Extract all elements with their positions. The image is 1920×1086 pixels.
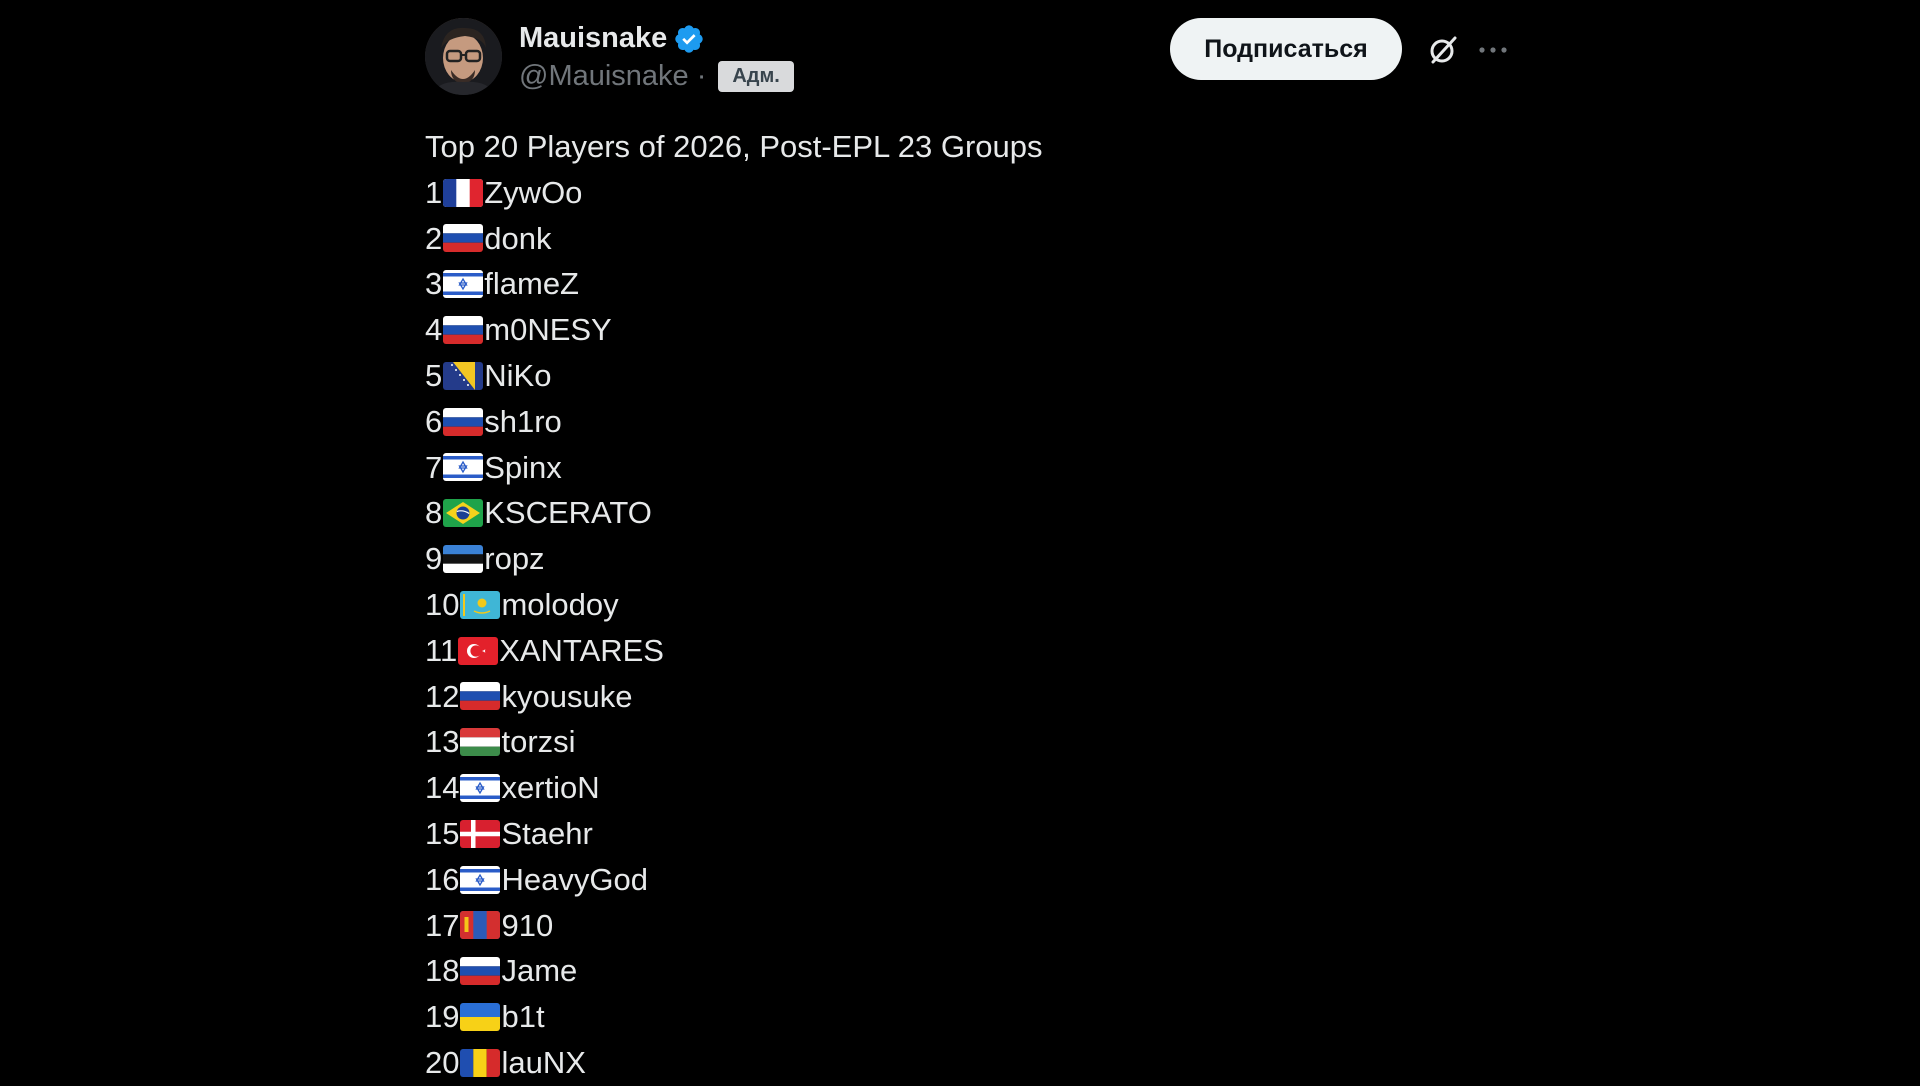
player-row: 14 xertioN [425, 765, 1043, 811]
player-row: 7 Spinx [425, 445, 1043, 491]
player-row: 11 XANTARES [425, 628, 1043, 674]
player-rank: 16 [425, 861, 460, 897]
player-name: ropz [484, 541, 545, 577]
hungary-flag-icon [460, 728, 501, 757]
mongolia-flag-icon [460, 911, 501, 940]
player-row: 19 b1t [425, 994, 1043, 1040]
player-list: 1 ZywOo 2 donk 3 flameZ 4 m0NESY 5 NiKo 6 sh1ro 7 Spi… [425, 170, 1043, 1086]
player-name: xertioN [501, 770, 600, 806]
more-options-icon[interactable] [1475, 32, 1511, 68]
player-rank: 7 [425, 449, 443, 485]
player-row: 20 lauNX [425, 1040, 1043, 1086]
russia-flag-icon [443, 224, 484, 253]
player-rank: 6 [425, 403, 443, 439]
player-rank: 8 [425, 495, 443, 531]
player-rank: 3 [425, 266, 443, 302]
player-name: KSCERATO [484, 495, 652, 531]
tweet-post: Mauisnake @Mauisnake · Адм. Подписаться [425, 18, 1507, 1080]
player-rank: 18 [425, 953, 460, 989]
kazakhstan-flag-icon [460, 590, 501, 619]
player-rank: 10 [425, 586, 460, 622]
player-name: lauNX [501, 1044, 586, 1080]
player-rank: 12 [425, 678, 460, 714]
player-rank: 9 [425, 541, 443, 577]
israel-flag-icon [443, 270, 484, 299]
turkey-flag-icon [458, 636, 499, 665]
russia-flag-icon [460, 682, 501, 711]
author-display-name[interactable]: Mauisnake [519, 22, 667, 55]
player-rank: 15 [425, 815, 460, 851]
player-rank: 5 [425, 357, 443, 393]
player-rank: 20 [425, 1044, 460, 1080]
estonia-flag-icon [443, 545, 484, 574]
player-row: 4 m0NESY [425, 307, 1043, 353]
brazil-flag-icon [443, 499, 484, 528]
admin-badge: Адм. [718, 61, 794, 92]
player-name: molodoy [501, 586, 619, 622]
player-name: torzsi [501, 724, 576, 760]
russia-flag-icon [443, 407, 484, 436]
player-row: 16 HeavyGod [425, 857, 1043, 903]
player-row: 6 sh1ro [425, 399, 1043, 445]
player-row: 5 NiKo [425, 353, 1043, 399]
player-name: m0NESY [484, 312, 612, 348]
player-name: NiKo [484, 357, 552, 393]
player-name: sh1ro [484, 403, 562, 439]
player-row: 1 ZywOo [425, 170, 1043, 216]
russia-flag-icon [443, 316, 484, 345]
player-name: XANTARES [499, 632, 664, 668]
russia-flag-icon [460, 957, 501, 986]
verified-badge-icon[interactable] [673, 23, 705, 55]
player-row: 8 KSCERATO [425, 490, 1043, 536]
post-title: Top 20 Players of 2026, Post-EPL 23 Grou… [425, 129, 1043, 164]
player-name: b1t [501, 999, 545, 1035]
player-name: 910 [501, 907, 554, 943]
follow-button[interactable]: Подписаться [1170, 18, 1402, 80]
player-name: flameZ [484, 266, 579, 302]
player-rank: 17 [425, 907, 460, 943]
author-handle-line: @Mauisnake · Адм. [519, 60, 794, 93]
france-flag-icon [443, 178, 484, 207]
player-row: 18 Jame [425, 948, 1043, 994]
israel-flag-icon [460, 774, 501, 803]
player-rank: 1 [425, 174, 443, 210]
player-row: 13 torzsi [425, 719, 1043, 765]
player-name: donk [484, 220, 552, 256]
author-handle[interactable]: @Mauisnake [519, 60, 689, 93]
avatar[interactable] [425, 18, 502, 95]
player-row: 9 ropz [425, 536, 1043, 582]
player-name: Jame [501, 953, 578, 989]
ukraine-flag-icon [460, 1003, 501, 1032]
player-rank: 2 [425, 220, 443, 256]
player-rank: 11 [425, 632, 458, 668]
player-name: kyousuke [501, 678, 633, 714]
player-row: 3 flameZ [425, 261, 1043, 307]
player-rank: 19 [425, 999, 460, 1035]
player-name: HeavyGod [501, 861, 648, 897]
romania-flag-icon [460, 1048, 501, 1077]
player-row: 10 molodoy [425, 582, 1043, 628]
israel-flag-icon [443, 453, 484, 482]
israel-flag-icon [460, 865, 501, 894]
player-name: ZywOo [484, 174, 583, 210]
player-rank: 14 [425, 770, 460, 806]
bosnia-flag-icon [443, 361, 484, 390]
player-row: 12 kyousuke [425, 674, 1043, 720]
player-rank: 13 [425, 724, 460, 760]
tweet-header: Mauisnake @Mauisnake · Адм. Подписаться [425, 18, 1507, 98]
denmark-flag-icon [460, 819, 501, 848]
player-name: Spinx [484, 449, 562, 485]
player-row: 17 910 [425, 903, 1043, 949]
tweet-text: Top 20 Players of 2026, Post-EPL 23 Grou… [425, 124, 1043, 1086]
player-rank: 4 [425, 312, 443, 348]
author-name-line: Mauisnake [519, 22, 705, 55]
handle-separator: · [696, 60, 707, 92]
grok-icon[interactable] [1425, 32, 1461, 68]
player-row: 15 Staehr [425, 811, 1043, 857]
player-row: 2 donk [425, 216, 1043, 262]
player-name: Staehr [501, 815, 593, 851]
